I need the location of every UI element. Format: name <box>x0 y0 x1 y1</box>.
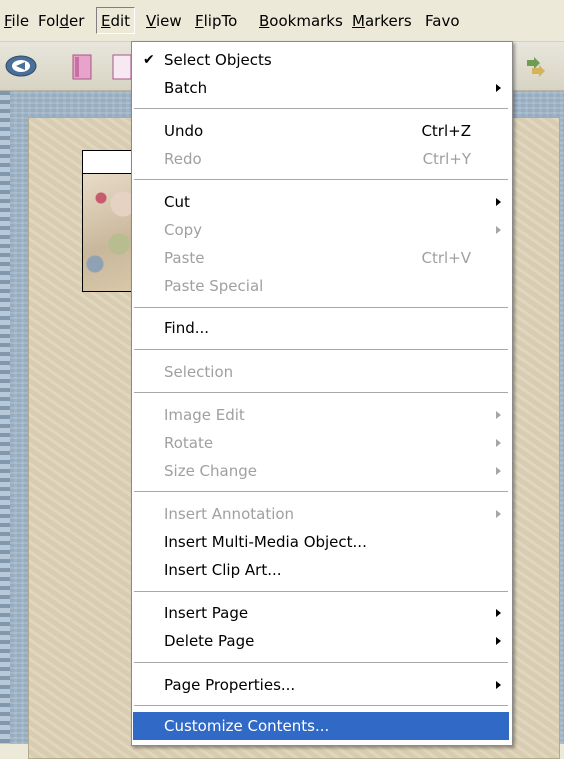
menu-item-insert-annotation[interactable]: Insert Annotation <box>133 500 509 528</box>
menu-item-undo[interactable]: Undo Ctrl+Z <box>133 117 509 145</box>
page-pink-icon[interactable] <box>72 54 92 84</box>
workspace-edge <box>0 91 10 744</box>
menu-edit[interactable]: Edit <box>96 7 136 34</box>
submenu-arrow-icon <box>496 681 501 689</box>
photo-caption-box[interactable] <box>83 151 137 174</box>
menu-item-image-edit[interactable]: Image Edit <box>133 401 509 429</box>
edit-menu: ✔ Select Objects Batch Undo Ctrl+Z Redo … <box>131 41 513 746</box>
menu-favorites[interactable]: Favo <box>425 12 460 30</box>
menu-item-insert-multimedia[interactable]: Insert Multi-Media Object... <box>133 528 509 556</box>
menu-item-rotate[interactable]: Rotate <box>133 429 509 457</box>
menu-separator <box>134 392 508 393</box>
menu-view[interactable]: View <box>146 12 182 30</box>
menu-item-paste-special[interactable]: Paste Special <box>133 272 509 300</box>
menu-item-redo[interactable]: Redo Ctrl+Y <box>133 145 509 173</box>
submenu-arrow-icon <box>496 609 501 617</box>
submenu-arrow-icon <box>496 439 501 447</box>
menu-bar: File Folder Edit View FlipTo Bookmarks M… <box>0 0 564 42</box>
menu-item-insert-page[interactable]: Insert Page <box>133 599 509 627</box>
submenu-arrow-icon <box>496 198 501 206</box>
menu-file[interactable]: File <box>4 12 29 30</box>
submenu-arrow-icon <box>496 411 501 419</box>
submenu-arrow-icon <box>496 226 501 234</box>
menu-item-size-change[interactable]: Size Change <box>133 457 509 485</box>
menu-item-customize-contents[interactable]: Customize Contents... <box>133 712 509 740</box>
menu-item-batch[interactable]: Batch <box>133 74 509 102</box>
menu-item-delete-page[interactable]: Delete Page <box>133 627 509 655</box>
checkmark-icon: ✔ <box>143 52 155 68</box>
menu-separator <box>134 591 508 592</box>
menu-separator <box>134 491 508 492</box>
eye-icon[interactable] <box>4 54 38 82</box>
menu-item-insert-clip-art[interactable]: Insert Clip Art... <box>133 556 509 584</box>
submenu-arrow-icon <box>496 637 501 645</box>
page-outline-icon[interactable] <box>112 54 132 84</box>
photo-thumbnail[interactable] <box>83 174 137 291</box>
menu-flipto[interactable]: FlipTo <box>195 12 237 30</box>
menu-item-find[interactable]: Find... <box>133 314 509 342</box>
submenu-arrow-icon <box>496 510 501 518</box>
menu-separator <box>134 179 508 180</box>
menu-separator <box>134 705 508 706</box>
menu-item-cut[interactable]: Cut <box>133 188 509 216</box>
menu-separator <box>134 349 508 350</box>
menu-item-select-objects[interactable]: ✔ Select Objects <box>133 46 509 74</box>
menu-separator <box>134 662 508 663</box>
menu-item-copy[interactable]: Copy <box>133 216 509 244</box>
menu-bookmarks[interactable]: Bookmarks <box>259 12 343 30</box>
submenu-arrow-icon <box>496 84 501 92</box>
menu-separator <box>134 108 508 109</box>
tag-arrows-icon[interactable] <box>524 54 548 82</box>
menu-markers[interactable]: Markers <box>352 12 412 30</box>
menu-item-paste[interactable]: Paste Ctrl+V <box>133 244 509 272</box>
menu-folder[interactable]: Folder <box>38 12 84 30</box>
menu-separator <box>134 307 508 308</box>
menu-item-selection[interactable]: Selection <box>133 358 509 386</box>
menu-item-page-properties[interactable]: Page Properties... <box>133 671 509 699</box>
photo-frame[interactable] <box>82 150 138 292</box>
submenu-arrow-icon <box>496 467 501 475</box>
